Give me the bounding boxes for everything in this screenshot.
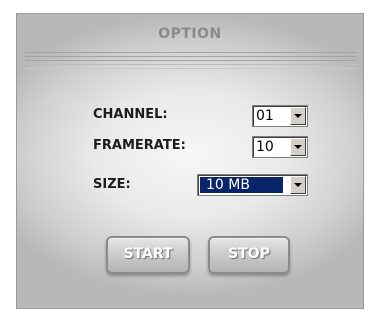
- channel-label: CHANNEL:: [93, 107, 168, 122]
- option-panel: OPTION CHANNEL: 01 FRAMERATE: 10 SIZE: 1…: [16, 13, 364, 309]
- divider: [25, 64, 357, 65]
- size-label: SIZE:: [93, 177, 131, 192]
- stop-button[interactable]: STOP: [208, 236, 290, 274]
- channel-select[interactable]: 01: [252, 105, 308, 127]
- framerate-label: FRAMERATE:: [93, 138, 186, 153]
- chevron-down-icon[interactable]: [290, 138, 306, 156]
- chevron-down-icon[interactable]: [290, 176, 306, 194]
- divider: [25, 56, 357, 57]
- divider: [25, 68, 357, 69]
- channel-value: 01: [256, 108, 274, 124]
- size-select[interactable]: 10 MB: [197, 174, 308, 196]
- start-button[interactable]: START: [106, 236, 190, 274]
- panel-title: OPTION: [158, 26, 222, 42]
- chevron-down-icon[interactable]: [290, 107, 306, 125]
- divider: [25, 52, 357, 53]
- size-value: 10 MB: [206, 177, 250, 193]
- framerate-select[interactable]: 10: [252, 136, 308, 158]
- divider: [25, 60, 357, 61]
- framerate-value: 10: [256, 139, 274, 155]
